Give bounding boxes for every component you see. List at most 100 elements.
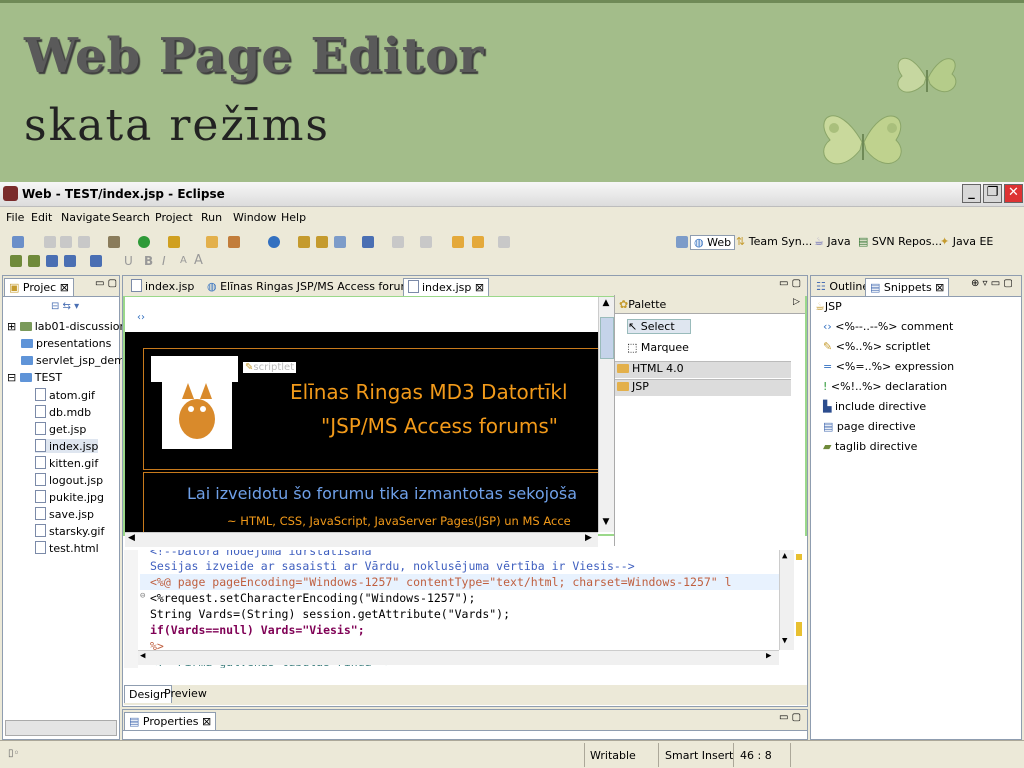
bold-icon[interactable]: B	[144, 254, 153, 268]
tree-item[interactable]: presentations	[21, 337, 111, 350]
menu-search[interactable]: Search	[112, 211, 150, 224]
snippet-item[interactable]: ▰ taglib directive	[823, 440, 917, 453]
snippet-category[interactable]: ☕JSP	[815, 300, 842, 313]
snippet-item[interactable]: ✎ <%..%> scriptlet	[823, 340, 930, 353]
horizontal-scrollbar[interactable]	[5, 720, 117, 736]
tree-item[interactable]: starsky.gif	[35, 524, 104, 538]
style-icon[interactable]	[90, 255, 102, 267]
tab-index-jsp[interactable]: index.jsp	[127, 278, 198, 295]
globe-icon[interactable]	[268, 236, 280, 248]
scroll-left-icon[interactable]: ◀	[140, 651, 145, 661]
palette-item-marquee[interactable]: ⬚ Marquee	[627, 341, 689, 354]
collapse-all-icon[interactable]: ⊟ ⇆ ▾	[51, 301, 111, 315]
underline-icon[interactable]: U	[124, 254, 133, 268]
forward-icon[interactable]	[498, 236, 510, 248]
fast-view-icon[interactable]: ▯◦	[8, 748, 19, 759]
italic-icon[interactable]: I	[162, 254, 166, 268]
tree-item[interactable]: save.jsp	[35, 507, 94, 521]
tree-item[interactable]: db.mdb	[35, 405, 91, 419]
perspective-web[interactable]: ◍ Web	[690, 235, 736, 250]
tree-item[interactable]: kitten.gif	[35, 456, 98, 470]
perspective-svn[interactable]: ▤ SVN Repos...	[858, 235, 942, 248]
new-file-icon[interactable]	[334, 236, 346, 248]
snippet-item[interactable]: ▤ page directive	[823, 420, 916, 433]
minimize-button[interactable]: _	[962, 184, 981, 203]
scroll-right-icon[interactable]: ▶	[766, 651, 771, 661]
open-perspective-icon[interactable]	[676, 236, 688, 248]
tree-item[interactable]: logout.jsp	[35, 473, 103, 487]
tab-snippets[interactable]: ▤ Snippets ⊠	[865, 278, 950, 296]
menu-window[interactable]: Window	[233, 211, 276, 224]
tab-forum-page[interactable]: ◍ Elīnas Ringas JSP/MS Access forums	[203, 278, 421, 295]
maximize-view-icon[interactable]: ▭ ▢	[779, 278, 801, 289]
menu-project[interactable]: Project	[155, 211, 193, 224]
scroll-down-icon[interactable]: ▼	[600, 517, 612, 531]
next-annotation-icon[interactable]	[392, 236, 404, 248]
font-larger-icon[interactable]: A	[194, 253, 203, 268]
tab-project-explorer[interactable]: ▣ Projec ⊠	[4, 278, 74, 296]
maximize-view-icon[interactable]: ▭ ▢	[779, 712, 801, 723]
layout-icon[interactable]	[10, 255, 22, 267]
save-all-icon[interactable]	[60, 236, 72, 248]
perspective-java-ee[interactable]: ✦ Java EE	[940, 235, 993, 248]
font-smaller-icon[interactable]: A	[180, 255, 187, 266]
design-canvas[interactable]: ✎scriptlet Elīnas Ringas MD3 Datortīkl "…	[125, 332, 598, 532]
palette-drawer-html[interactable]: HTML 4.0	[615, 361, 791, 378]
source-vertical-scrollbar[interactable]: ▲ ▼	[779, 550, 794, 650]
perspective-java[interactable]: ☕ Java	[814, 235, 851, 248]
maximize-button[interactable]: ❐	[983, 184, 1002, 203]
table-icon[interactable]	[46, 255, 58, 267]
tree-item[interactable]: ⊞ lab01-discussions	[7, 320, 132, 333]
prev-annotation-icon[interactable]	[420, 236, 432, 248]
close-button[interactable]: ✕	[1004, 184, 1023, 203]
source-horizontal-scrollbar[interactable]: ◀ ▶	[138, 650, 779, 665]
scriptlet-marker[interactable]: ✎scriptlet	[243, 362, 297, 373]
snippet-item[interactable]: ‹› <%--..--%> comment	[823, 320, 953, 333]
tree-item[interactable]: atom.gif	[35, 388, 95, 402]
menu-navigate[interactable]: Navigate	[61, 211, 110, 224]
split-icon[interactable]	[28, 255, 40, 267]
tab-preview[interactable]: Preview	[160, 685, 211, 702]
run-icon[interactable]	[138, 236, 150, 248]
tree-item-selected[interactable]: index.jsp	[35, 439, 99, 453]
overview-ruler-marker[interactable]	[796, 622, 802, 636]
tree-item[interactable]: test.html	[35, 541, 99, 555]
form-icon[interactable]	[64, 255, 76, 267]
print-icon[interactable]	[78, 236, 90, 248]
tree-item[interactable]: pukite.jpg	[35, 490, 104, 504]
source-editor[interactable]: <!--Datora nodejuma idrstatisana Sesijas…	[124, 550, 807, 668]
perspective-team-sync[interactable]: ⇅ Team Syn...	[736, 235, 812, 248]
overview-ruler-marker[interactable]	[796, 554, 802, 560]
scroll-left-icon[interactable]: ◀	[128, 533, 135, 543]
tab-outline[interactable]: ☷ Outline	[812, 278, 873, 295]
scroll-right-icon[interactable]: ▶	[585, 533, 592, 543]
fox-image[interactable]	[162, 377, 232, 449]
menu-edit[interactable]: Edit	[31, 211, 52, 224]
last-edit-icon[interactable]	[452, 236, 464, 248]
back-icon[interactable]	[472, 236, 484, 248]
search-icon[interactable]	[362, 236, 374, 248]
scroll-thumb[interactable]	[600, 317, 614, 359]
design-vertical-scrollbar[interactable]: ▲ ▼	[598, 297, 614, 532]
fold-icon[interactable]: ⊖	[140, 591, 145, 601]
snippet-item[interactable]: ▙ include directive	[823, 400, 926, 413]
tree-item[interactable]: get.jsp	[35, 422, 86, 436]
brush-icon[interactable]	[228, 236, 240, 248]
scroll-up-icon[interactable]: ▲	[600, 298, 612, 312]
menu-run[interactable]: Run	[201, 211, 222, 224]
tab-index-jsp-active[interactable]: index.jsp ⊠	[403, 278, 490, 296]
scroll-down-icon[interactable]: ▼	[782, 636, 787, 646]
jsp-icon[interactable]	[316, 236, 328, 248]
menu-help[interactable]: Help	[281, 211, 306, 224]
new-icon[interactable]	[12, 236, 24, 248]
debug-icon[interactable]	[108, 236, 120, 248]
minimize-view-icon[interactable]: ▭ ▢	[95, 278, 117, 289]
palette-collapse-icon[interactable]: ▷	[793, 297, 800, 307]
tab-properties[interactable]: ▤ Properties ⊠	[124, 712, 217, 730]
snippet-item[interactable]: = <%=..%> expression	[823, 360, 954, 373]
menu-file[interactable]: File	[6, 211, 24, 224]
snippet-item[interactable]: ! <%!..%> declaration	[823, 380, 947, 393]
open-folder-icon[interactable]	[206, 236, 218, 248]
tree-item[interactable]: ⊟ TEST	[7, 371, 62, 384]
external-tools-icon[interactable]	[168, 236, 180, 248]
